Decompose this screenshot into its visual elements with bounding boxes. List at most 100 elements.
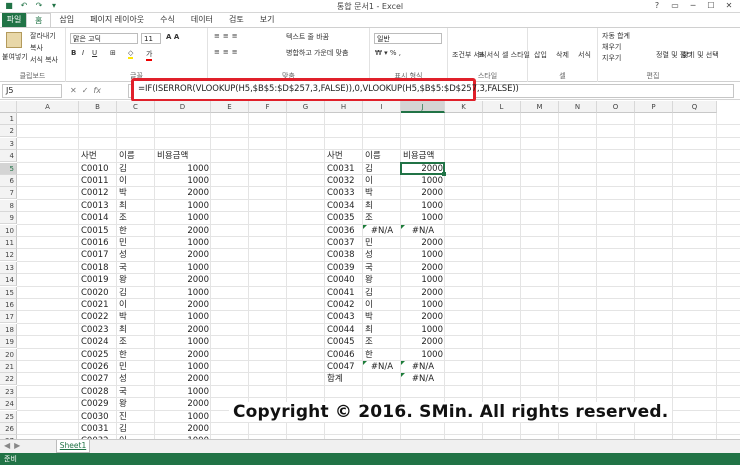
total-value[interactable]: #N/A bbox=[401, 373, 445, 385]
right-table-header[interactable]: 사번 bbox=[325, 150, 363, 162]
left-table-cell[interactable]: 한 bbox=[117, 349, 155, 361]
tab-data[interactable]: 데이터 bbox=[183, 13, 221, 27]
font-size-select[interactable]: 11 bbox=[141, 33, 161, 44]
tab-home[interactable]: 홈 bbox=[26, 13, 52, 27]
left-table-header[interactable]: 이름 bbox=[117, 150, 155, 162]
right-table-cell[interactable]: 2000 bbox=[401, 262, 445, 274]
formula-text[interactable]: =IF(ISERROR(VLOOKUP(H5,$B$5:$D$257,3,FAL… bbox=[138, 84, 519, 94]
left-table-cell[interactable]: C0013 bbox=[79, 200, 117, 212]
right-table-cell[interactable]: C0046 bbox=[325, 349, 363, 361]
left-table-cell[interactable]: 1000 bbox=[155, 237, 211, 249]
left-table-cell[interactable]: C0026 bbox=[79, 361, 117, 373]
left-table-cell[interactable]: 김 bbox=[117, 163, 155, 175]
fill-handle[interactable] bbox=[442, 172, 446, 176]
paste-icon[interactable] bbox=[6, 32, 22, 48]
left-table-cell[interactable]: 왕 bbox=[117, 274, 155, 286]
left-table-cell[interactable]: 1000 bbox=[155, 175, 211, 187]
left-table-cell[interactable]: 조 bbox=[117, 212, 155, 224]
left-table-cell[interactable]: C0023 bbox=[79, 324, 117, 336]
right-table-cell[interactable]: 박 bbox=[363, 187, 401, 199]
autosum-button[interactable]: 자동 합계 bbox=[602, 31, 630, 41]
left-table-cell[interactable]: 2000 bbox=[155, 274, 211, 286]
left-table-cell[interactable]: 최 bbox=[117, 324, 155, 336]
right-table-cell[interactable]: C0043 bbox=[325, 311, 363, 323]
right-table-cell[interactable]: C0031 bbox=[325, 163, 363, 175]
format-as-table-button[interactable]: 표 서식 bbox=[478, 50, 500, 60]
column-header[interactable]: E bbox=[211, 101, 249, 113]
left-table-cell[interactable]: 민 bbox=[117, 361, 155, 373]
right-table-cell[interactable]: C0044 bbox=[325, 324, 363, 336]
row-header[interactable]: 10 bbox=[0, 224, 17, 237]
cell-styles-button[interactable]: 셀 스타일 bbox=[502, 50, 530, 60]
format-painter-button[interactable]: 서식 복사 bbox=[30, 55, 58, 65]
left-table-cell[interactable]: 1000 bbox=[155, 361, 211, 373]
right-table-cell[interactable]: 2000 bbox=[401, 287, 445, 299]
column-header[interactable]: L bbox=[483, 101, 521, 113]
row-header[interactable]: 22 bbox=[0, 373, 17, 386]
row-header[interactable]: 1 bbox=[0, 113, 17, 125]
sheet-tab[interactable]: Sheet1 bbox=[56, 440, 90, 453]
ribbon-display-icon[interactable]: ▭ bbox=[666, 0, 684, 12]
left-table-cell[interactable]: 1000 bbox=[155, 311, 211, 323]
right-table-cell[interactable]: C0042 bbox=[325, 299, 363, 311]
close-icon[interactable]: ✕ bbox=[720, 0, 738, 12]
row-header[interactable]: 5 bbox=[0, 162, 17, 175]
left-table-cell[interactable]: C0016 bbox=[79, 237, 117, 249]
left-table-cell[interactable]: C0020 bbox=[79, 287, 117, 299]
insert-cells-button[interactable]: 삽입 bbox=[534, 50, 547, 60]
right-table-cell[interactable]: C0041 bbox=[325, 287, 363, 299]
right-table-cell[interactable]: C0033 bbox=[325, 187, 363, 199]
left-table-cell[interactable]: 진 bbox=[117, 411, 155, 423]
right-table-cell[interactable]: 2000 bbox=[401, 237, 445, 249]
tab-insert[interactable]: 삽입 bbox=[51, 13, 82, 27]
right-table-cell[interactable]: #N/A bbox=[401, 361, 445, 373]
row-header[interactable]: 14 bbox=[0, 274, 17, 287]
left-table-cell[interactable]: 1000 bbox=[155, 200, 211, 212]
copy-button[interactable]: 복사 bbox=[30, 43, 43, 53]
left-table-cell[interactable]: C0017 bbox=[79, 249, 117, 261]
right-table-cell[interactable]: 성 bbox=[363, 249, 401, 261]
row-header[interactable]: 19 bbox=[0, 336, 17, 349]
number-format-select[interactable]: 일반 bbox=[374, 33, 442, 44]
tab-page-layout[interactable]: 페이지 레이아웃 bbox=[82, 13, 152, 27]
left-table-cell[interactable]: 이 bbox=[117, 175, 155, 187]
right-table-cell[interactable]: C0040 bbox=[325, 274, 363, 286]
left-table-cell[interactable]: 김 bbox=[117, 423, 155, 435]
row-header[interactable]: 16 bbox=[0, 299, 17, 311]
italic-icon[interactable]: I bbox=[82, 49, 84, 57]
left-table-header[interactable]: 비용금액 bbox=[155, 150, 211, 162]
row-header[interactable]: 9 bbox=[0, 212, 17, 225]
left-table-cell[interactable]: 최 bbox=[117, 200, 155, 212]
worksheet-grid[interactable]: A B C D E F G H I J K L M N O P Q 1 2 3 4 5 6 7 8 9 10 11 12 13 14 15 16… bbox=[0, 101, 740, 439]
row-header[interactable]: 3 bbox=[0, 137, 17, 150]
left-table-cell[interactable]: 2000 bbox=[155, 349, 211, 361]
column-header[interactable]: G bbox=[287, 101, 325, 113]
row-header[interactable]: 15 bbox=[0, 286, 17, 299]
right-table-cell[interactable]: 이 bbox=[363, 175, 401, 187]
enter-icon[interactable]: ✓ bbox=[82, 84, 89, 98]
wrap-text-button[interactable]: 텍스트 줄 바꿈 bbox=[286, 32, 329, 42]
row-header[interactable]: 23 bbox=[0, 385, 17, 398]
right-table-cell[interactable]: 조 bbox=[363, 336, 401, 348]
row-header[interactable]: 7 bbox=[0, 187, 17, 200]
right-table-cell[interactable]: 1000 bbox=[401, 299, 445, 311]
row-header[interactable]: 26 bbox=[0, 423, 17, 435]
fill-button[interactable]: 채우기 bbox=[602, 42, 621, 52]
left-table-cell[interactable]: 2000 bbox=[155, 423, 211, 435]
right-table-cell[interactable]: 2000 bbox=[401, 187, 445, 199]
row-header[interactable]: 6 bbox=[0, 175, 17, 187]
row-header[interactable]: 24 bbox=[0, 398, 17, 411]
left-table-cell[interactable]: C0011 bbox=[79, 175, 117, 187]
fill-color-icon[interactable]: ◇ bbox=[128, 49, 134, 59]
column-header[interactable]: K bbox=[445, 101, 483, 113]
left-table-cell[interactable]: 국 bbox=[117, 262, 155, 274]
left-table-cell[interactable]: 박 bbox=[117, 187, 155, 199]
select-all-corner[interactable] bbox=[0, 101, 17, 113]
left-table-cell[interactable]: 2000 bbox=[155, 324, 211, 336]
right-table-cell[interactable]: C0039 bbox=[325, 262, 363, 274]
left-table-cell[interactable]: 1000 bbox=[155, 163, 211, 175]
column-header[interactable]: Q bbox=[673, 101, 717, 113]
tab-file[interactable]: 파일 bbox=[2, 13, 26, 27]
grow-font-icon[interactable]: A A bbox=[166, 33, 179, 41]
right-table-cell[interactable]: 박 bbox=[363, 311, 401, 323]
